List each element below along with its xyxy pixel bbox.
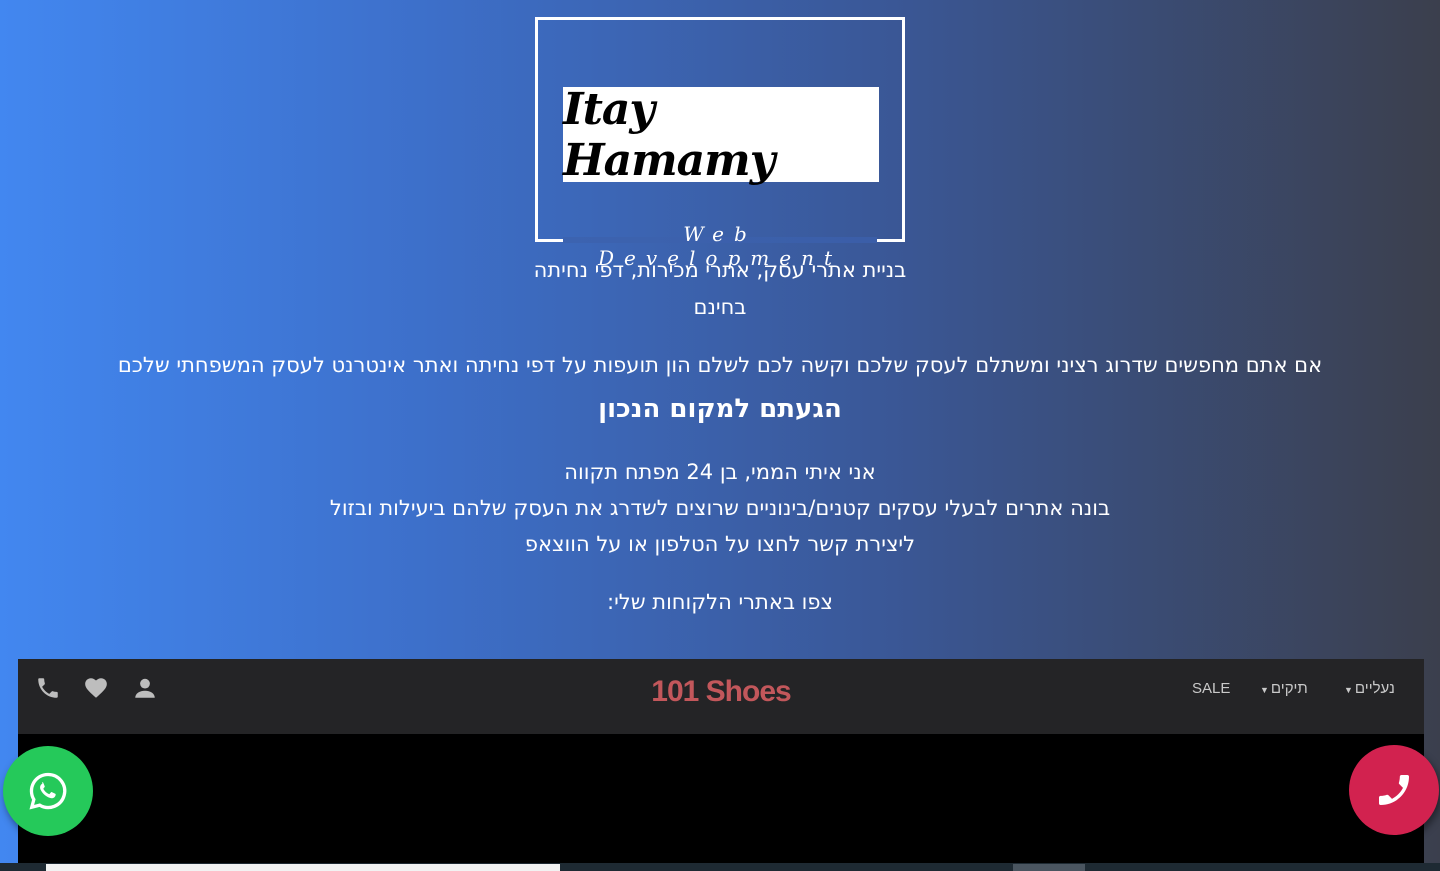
intro-line-2: בחינם — [693, 295, 747, 319]
nav-bags[interactable]: תיקים▼ — [1260, 680, 1308, 697]
nav-sale-label: SALE — [1192, 680, 1231, 697]
chevron-down-icon: ▼ — [1260, 685, 1269, 695]
chevron-down-icon: ▼ — [1344, 685, 1353, 695]
nav-sale[interactable]: SALE — [1192, 680, 1230, 697]
intro-line-1: בניית אתרי עסק, אתרי מכירות, דפי נחיתה — [533, 258, 907, 282]
bottom-strip-segment — [46, 864, 560, 871]
whatsapp-button[interactable] — [3, 746, 93, 836]
about-line-3: ליצירת קשר לחצו על הטלפון או על הווצאפ — [524, 532, 916, 556]
intro-headline: הגעתם למקום הנכון — [598, 394, 842, 424]
clients-heading: צפו באתרי הלקוחות שלי: — [607, 590, 833, 614]
nav-shoes-label: נעליים — [1354, 680, 1395, 697]
whatsapp-icon — [29, 772, 67, 810]
nav-bags-label: תיקים — [1270, 680, 1308, 697]
bottom-strip-segment — [1013, 864, 1085, 871]
logo-box: Itay Hamamy — [563, 84, 879, 186]
nav-shoes[interactable]: נעליים▼ — [1344, 680, 1395, 697]
client-site-preview[interactable]: 101 Shoes נעליים▼ תיקים▼ SALE — [18, 659, 1424, 871]
logo-name: Itay Hamamy — [563, 83, 775, 186]
preview-navbar: 101 Shoes נעליים▼ תיקים▼ SALE — [18, 659, 1424, 734]
about-line-2: בונה אתרים לבעלי עסקים קטנים/בינוניים שר… — [329, 496, 1111, 520]
about-line-1: אני איתי הממי, בן 24 מפתח תקווה — [564, 460, 876, 484]
phone-icon — [1379, 775, 1409, 805]
intro-line-3: אם אתם מחפשים שדרוג רציני ומשתלם לעסק של… — [117, 353, 1323, 377]
call-button[interactable] — [1349, 745, 1439, 835]
